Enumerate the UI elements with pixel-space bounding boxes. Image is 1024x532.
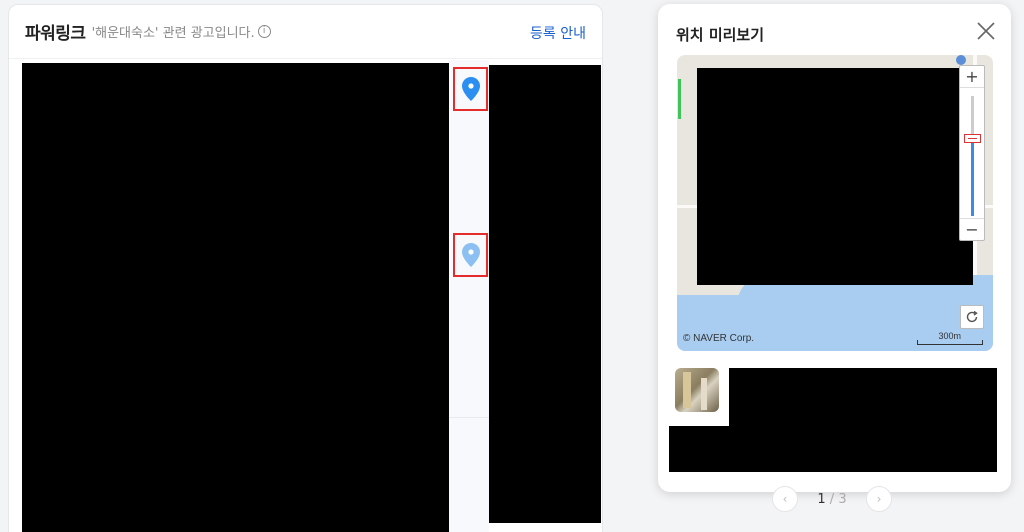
map-view[interactable]: + − © NAVER Corp. 300m xyxy=(677,55,993,351)
chevron-left-icon[interactable]: ‹ xyxy=(772,486,798,512)
refresh-icon[interactable] xyxy=(960,305,984,329)
zoom-in-button[interactable]: + xyxy=(960,66,984,88)
map-copyright: © NAVER Corp. xyxy=(683,333,755,344)
page-separator: / xyxy=(829,491,835,507)
compass-icon xyxy=(956,55,966,65)
ad-extension-redacted[interactable] xyxy=(489,65,601,523)
power-link-list xyxy=(9,60,602,532)
power-link-header: 파워링크 '해운대숙소' 관련 광고입니다. i 등록 안내 xyxy=(9,5,602,59)
map-content-redacted xyxy=(697,68,973,285)
place-info-redacted[interactable] xyxy=(729,368,997,430)
map-scale-bar xyxy=(917,340,983,345)
total-pages: 3 xyxy=(838,491,847,507)
pagination: ‹ 1 / 3 › xyxy=(772,486,892,512)
location-preview-panel: 위치 미리보기 + − © NAVER Corp. 300m xyxy=(658,4,1011,492)
current-page: 1 xyxy=(817,491,826,507)
preview-title: 위치 미리보기 xyxy=(676,26,765,44)
place-thumbnail[interactable] xyxy=(675,368,719,412)
map-pin-icon xyxy=(461,77,480,101)
location-marker-button-2[interactable] xyxy=(453,233,488,277)
power-link-card: 파워링크 '해운대숙소' 관련 광고입니다. i 등록 안내 xyxy=(8,4,603,532)
map-marker-column xyxy=(449,60,489,532)
close-icon[interactable] xyxy=(975,20,997,42)
map-pin-icon xyxy=(461,243,480,267)
divider xyxy=(449,417,489,418)
info-circle-icon[interactable]: i xyxy=(257,25,271,38)
zoom-slider-handle[interactable] xyxy=(964,134,981,143)
page-indicator: 1 / 3 xyxy=(817,492,846,507)
power-link-subtitle: '해운대숙소' 관련 광고입니다. xyxy=(91,26,255,41)
zoom-control: + − xyxy=(959,65,985,241)
power-link-title: 파워링크 xyxy=(25,24,86,44)
map-park xyxy=(678,79,681,119)
location-marker-button-1[interactable] xyxy=(453,67,488,111)
chevron-right-icon[interactable]: › xyxy=(865,486,892,512)
register-guide-link[interactable]: 등록 안내 xyxy=(530,23,586,43)
ad-list-redacted[interactable] xyxy=(22,63,449,532)
place-info-redacted[interactable] xyxy=(669,426,997,472)
zoom-track-fill xyxy=(971,142,974,216)
zoom-out-button[interactable]: − xyxy=(960,218,984,240)
